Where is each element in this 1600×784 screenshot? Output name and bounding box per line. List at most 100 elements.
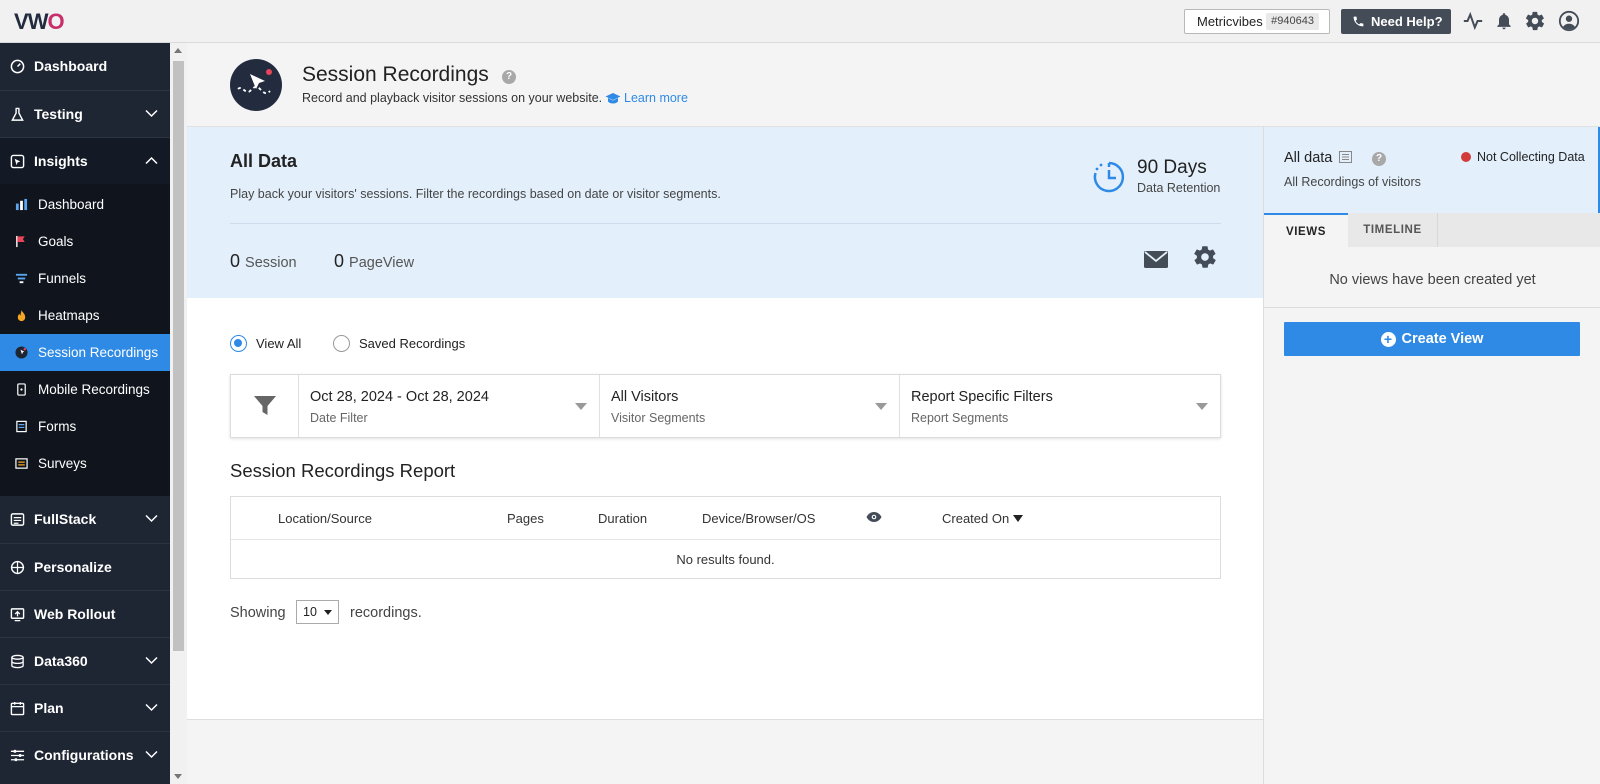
views-panel-header: All data ? All Recordings of visitors No… [1264,127,1600,213]
sidebar-item-data360[interactable]: Data360 [0,637,170,684]
sidebar-item-personalize[interactable]: Personalize [0,543,170,590]
retention-value: 90 Days [1137,157,1207,178]
bell-icon[interactable] [1494,10,1514,32]
insights-icon [10,154,25,169]
learn-more-link[interactable]: Learn more [624,91,688,105]
sidebar-subitem-mobile-recordings[interactable]: Mobile Recordings [0,371,170,408]
tab-views[interactable]: VIEWS [1264,213,1348,247]
status-dot-icon [1461,152,1471,162]
create-view-button[interactable]: + Create View [1284,322,1580,356]
help-question-icon[interactable]: ? [1372,152,1386,166]
sidebar-item-fullstack[interactable]: FullStack [0,496,170,543]
chevron-up-icon [145,156,158,165]
view-all-label[interactable]: View All [256,336,301,351]
scrollbar-thumb[interactable] [173,61,184,651]
table-header-divider [231,539,1220,540]
report-title: Session Recordings Report [230,460,456,481]
column-header-duration[interactable]: Duration [598,511,647,526]
content-panel: All Data Play back your visitors' sessio… [187,127,1263,720]
no-views-message: No views have been created yet [1329,272,1536,288]
database-icon [11,654,24,669]
vwo-logo[interactable]: VWO [14,9,65,35]
visitor-segments-dropdown[interactable]: All Visitors Visitor Segments [600,375,900,437]
sidebar-subitem-funnels[interactable]: Funnels [0,260,170,297]
sidebar-subitem-session-recordings[interactable]: Session Recordings [0,334,170,371]
user-avatar-icon[interactable] [1558,10,1580,32]
list-icon [1339,151,1353,163]
date-filter-dropdown[interactable]: Oct 28, 2024 - Oct 28, 2024 Date Filter [299,375,600,437]
sidebar-item-configurations[interactable]: Configurations [0,731,170,778]
main-area: Session Recordings ? Record and playback… [187,43,1600,784]
sidebar-item-dashboard[interactable]: Dashboard [0,43,170,90]
filter-bar: Oct 28, 2024 - Oct 28, 2024 Date Filter … [230,374,1221,438]
showing-suffix: recordings. [350,605,422,621]
retention-label: Data Retention [1137,181,1221,195]
flame-icon [17,309,26,322]
fullstack-icon [10,513,25,526]
sidebar-subitem-heatmaps[interactable]: Heatmaps [0,297,170,334]
sidebar-subitem-dashboard[interactable]: Dashboard [0,186,170,223]
filter-funnel-icon [254,396,276,415]
settings-gear-icon[interactable] [1524,10,1546,32]
crosshair-icon [10,560,25,575]
column-header-pages[interactable]: Pages [507,511,544,526]
sidebar-item-web-rollout[interactable]: Web Rollout [0,590,170,637]
recordings-table: Location/Source Pages Duration Device/Br… [230,496,1221,579]
graduation-cap-icon [605,93,621,104]
need-help-button[interactable]: Need Help? [1341,9,1451,34]
flag-icon [16,235,25,248]
all-data-title: All Data [230,151,298,171]
chevron-down-icon [145,656,158,665]
views-panel: All data ? All Recordings of visitors No… [1263,127,1600,784]
page-header: Session Recordings ? Record and playback… [187,43,1600,127]
recording-icon [15,346,28,359]
sidebar-scrollbar[interactable] [170,43,187,784]
empty-table-message: No results found. [676,552,775,567]
showing-prefix: Showing [230,605,286,621]
account-switcher[interactable]: Metricvibes #940643 [1184,9,1330,34]
form-icon [16,420,27,433]
scroll-up-arrow-icon[interactable] [174,48,182,53]
bar-chart-icon [15,198,28,211]
activity-icon[interactable] [1462,10,1484,32]
column-header-created-on[interactable]: Created On [942,511,1023,526]
divider [230,223,1221,224]
column-header-location[interactable]: Location/Source [278,511,372,526]
report-segments-dropdown[interactable]: Report Specific Filters Report Segments [900,375,1220,437]
envelope-icon[interactable] [1143,248,1169,270]
sidebar-item-testing[interactable]: Testing [0,90,170,137]
sliders-icon [10,749,25,762]
column-header-device[interactable]: Device/Browser/OS [702,511,815,526]
session-count: 0 Session [230,251,297,271]
filter-toggle[interactable] [231,375,299,437]
page-size-select[interactable]: 10 [296,600,339,624]
page-title: Session Recordings [302,63,489,86]
scroll-down-arrow-icon[interactable] [174,774,182,779]
chevron-down-icon [145,750,158,759]
account-id-badge: #940643 [1266,13,1319,30]
survey-icon [15,458,28,469]
sidebar: Dashboard Testing Insights Dashboard Goa… [0,43,170,784]
dashboard-gauge-icon [10,59,25,74]
eye-icon[interactable] [866,511,882,523]
sidebar-item-insights[interactable]: Insights [0,137,170,184]
sidebar-subitem-forms[interactable]: Forms [0,408,170,445]
chevron-down-icon [145,514,158,523]
views-panel-subtitle: All Recordings of visitors [1284,175,1421,189]
sidebar-subitem-goals[interactable]: Goals [0,223,170,260]
saved-recordings-label[interactable]: Saved Recordings [359,336,465,351]
rollout-icon [10,608,25,622]
caret-down-icon [575,403,587,410]
saved-recordings-radio[interactable] [333,335,350,352]
report-settings-gear-icon[interactable] [1192,244,1218,270]
insights-submenu: Dashboard Goals Funnels Heatmaps Session… [0,184,170,496]
tab-timeline[interactable]: TIMELINE [1348,213,1438,247]
sort-desc-caret-icon [1012,515,1023,522]
help-question-icon[interactable]: ? [502,70,516,84]
sidebar-subitem-surveys[interactable]: Surveys [0,445,170,482]
sidebar-item-plan[interactable]: Plan [0,684,170,731]
view-all-radio[interactable] [230,335,247,352]
phone-icon [1353,16,1364,27]
all-data-description: Play back your visitors' sessions. Filte… [230,187,721,201]
clock-retention-icon [1093,161,1125,193]
